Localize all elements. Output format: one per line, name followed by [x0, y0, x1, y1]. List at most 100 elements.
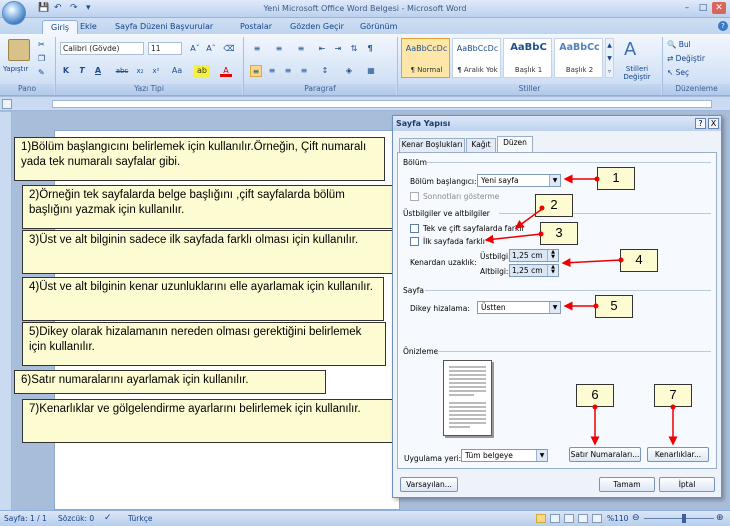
font-color-icon[interactable]: A — [220, 65, 232, 77]
tab-layout[interactable]: Düzen — [497, 136, 533, 152]
vertical-alignment-select[interactable]: Üstten ▼ — [477, 301, 561, 314]
print-layout-icon[interactable] — [536, 514, 546, 523]
line-numbers-button[interactable]: Satır Numaraları... — [569, 447, 641, 462]
footer-distance-spinner[interactable]: 1,25 cm ▲ ▼ — [509, 264, 559, 277]
show-marks-icon[interactable]: ¶ — [364, 43, 376, 55]
office-button[interactable] — [2, 1, 26, 25]
tab-references[interactable]: Başvurular — [170, 20, 213, 34]
decrease-indent-icon[interactable]: ⇤ — [316, 43, 328, 55]
spinner-arrows-icon[interactable]: ▲ ▼ — [547, 265, 558, 276]
bold-icon[interactable]: K — [60, 65, 72, 77]
header-distance-spinner[interactable]: 1,25 cm ▲ ▼ — [509, 249, 559, 262]
style-no-spacing[interactable]: AaBbCcDc ¶ Aralık Yok — [452, 38, 501, 78]
web-layout-icon[interactable] — [564, 514, 574, 523]
dialog-help-button[interactable]: ? — [695, 118, 706, 129]
subscript-icon[interactable]: x₂ — [134, 65, 146, 77]
first-page-label: İlk sayfada farklı — [423, 237, 485, 246]
format-painter-icon[interactable]: ✎ — [38, 68, 45, 77]
cut-icon[interactable]: ✂ — [38, 40, 45, 49]
minimize-button[interactable]: – — [680, 2, 694, 14]
zoom-in-icon[interactable]: ⊕ — [716, 513, 724, 523]
style-heading-2[interactable]: AaBbCc Başlık 2 — [554, 38, 603, 78]
change-case-icon[interactable]: Aa — [168, 65, 186, 77]
undo-icon[interactable]: ↶ — [54, 3, 62, 15]
apply-to-select[interactable]: Tüm belgeye ▼ — [461, 449, 548, 462]
grow-font-icon[interactable]: Aˇ — [188, 43, 202, 55]
shrink-font-icon[interactable]: Aˆ — [204, 43, 218, 55]
replace-button[interactable]: ⇄ Değiştir — [667, 54, 705, 63]
odd-even-checkbox[interactable] — [410, 224, 419, 233]
increase-indent-icon[interactable]: ⇥ — [332, 43, 344, 55]
find-button[interactable]: 🔍 Bul — [667, 40, 691, 49]
vertical-ruler[interactable] — [0, 112, 12, 510]
tab-review[interactable]: Gözden Geçir — [290, 20, 344, 34]
italic-icon[interactable]: T — [76, 65, 88, 77]
dialog-close-button[interactable]: X — [708, 118, 719, 129]
zoom-slider-thumb[interactable] — [682, 514, 686, 523]
font-size-combo[interactable]: 11 — [148, 42, 182, 55]
section-start-select[interactable]: Yeni sayfa ▼ — [477, 174, 561, 187]
full-screen-icon[interactable] — [550, 514, 560, 523]
style-normal[interactable]: AaBbCcDc ¶ Normal — [401, 38, 450, 78]
page-count[interactable]: Sayfa: 1 / 1 — [4, 514, 47, 523]
customize-qat-icon[interactable]: ▾ — [86, 3, 91, 15]
align-center-icon[interactable]: ≡ — [266, 65, 278, 77]
spinner-arrows-icon[interactable]: ▲ ▼ — [547, 250, 558, 261]
ok-button[interactable]: Tamam — [599, 477, 655, 492]
redo-icon[interactable]: ↷ — [70, 3, 78, 15]
line-spacing-icon[interactable]: ↕ — [318, 65, 332, 77]
zoom-out-icon[interactable]: ⊖ — [632, 513, 640, 523]
tab-view[interactable]: Görünüm — [360, 20, 397, 34]
apply-to-value: Tüm belgeye — [465, 451, 513, 460]
numbering-icon[interactable]: ≡ — [272, 43, 286, 55]
tab-home[interactable]: Giriş — [42, 20, 79, 34]
help-icon[interactable]: ? — [718, 21, 728, 31]
zoom-level[interactable]: %110 — [607, 514, 628, 523]
style-heading-1[interactable]: AaBbC Başlık 1 — [503, 38, 552, 78]
tab-margins[interactable]: Kenar Boşlukları — [399, 138, 465, 152]
style-preview: AaBbCcDc — [405, 44, 448, 53]
copy-icon[interactable]: ❐ — [38, 54, 45, 63]
styles-scroll[interactable]: ▲ ▼ ▿ — [605, 38, 614, 78]
highlight-icon[interactable]: ab — [194, 65, 210, 77]
shading-icon[interactable]: ◈ — [342, 65, 356, 77]
cancel-button[interactable]: İptal — [659, 477, 715, 492]
select-button[interactable]: ↖ Seç — [667, 68, 689, 77]
draft-icon[interactable] — [592, 514, 602, 523]
sort-icon[interactable]: ⇅ — [348, 43, 360, 55]
clear-format-icon[interactable]: ⌫ — [222, 43, 236, 55]
superscript-icon[interactable]: x² — [150, 65, 162, 77]
change-styles-button[interactable]: Stilleri Değiştir — [617, 65, 657, 81]
zoom-slider[interactable] — [644, 518, 714, 519]
tab-selector-icon[interactable] — [2, 99, 12, 109]
borders-button[interactable]: Kenarlıklar... — [647, 447, 709, 462]
tab-mailings[interactable]: Postalar — [240, 20, 272, 34]
maximize-button[interactable]: □ — [696, 2, 710, 14]
language-indicator[interactable]: Türkçe — [128, 514, 152, 523]
proofing-icon[interactable]: ✓ — [104, 513, 112, 523]
marker-3: 3 — [540, 222, 578, 245]
tab-insert[interactable]: Ekle — [80, 20, 97, 34]
font-name-combo[interactable]: Calibri (Gövde) — [60, 42, 144, 55]
align-right-icon[interactable]: ≡ — [282, 65, 294, 77]
save-icon[interactable]: 💾 — [38, 3, 49, 15]
tab-paper[interactable]: Kağıt — [466, 138, 496, 152]
suppress-endnotes-checkbox[interactable] — [410, 192, 419, 201]
default-button[interactable]: Varsayılan... — [400, 477, 458, 492]
align-left-icon[interactable]: ≡ — [250, 65, 262, 77]
multilevel-list-icon[interactable]: ≡ — [294, 43, 308, 55]
word-count[interactable]: Sözcük: 0 — [58, 514, 94, 523]
underline-icon[interactable]: A — [92, 65, 104, 77]
tab-page-layout[interactable]: Sayfa Düzeni — [115, 20, 168, 34]
style-name: ¶ Aralık Yok — [457, 66, 498, 74]
borders-icon[interactable]: ▦ — [364, 65, 378, 77]
paste-icon[interactable] — [8, 39, 30, 61]
strikethrough-icon[interactable]: abc — [114, 65, 130, 77]
horizontal-ruler[interactable] — [0, 97, 730, 111]
outline-icon[interactable] — [578, 514, 588, 523]
first-page-checkbox[interactable] — [410, 237, 419, 246]
paste-button[interactable]: Yapıştır — [3, 65, 28, 73]
justify-icon[interactable]: ≡ — [298, 65, 310, 77]
bullets-icon[interactable]: ≡ — [250, 43, 264, 55]
close-button[interactable]: ✕ — [712, 2, 726, 14]
